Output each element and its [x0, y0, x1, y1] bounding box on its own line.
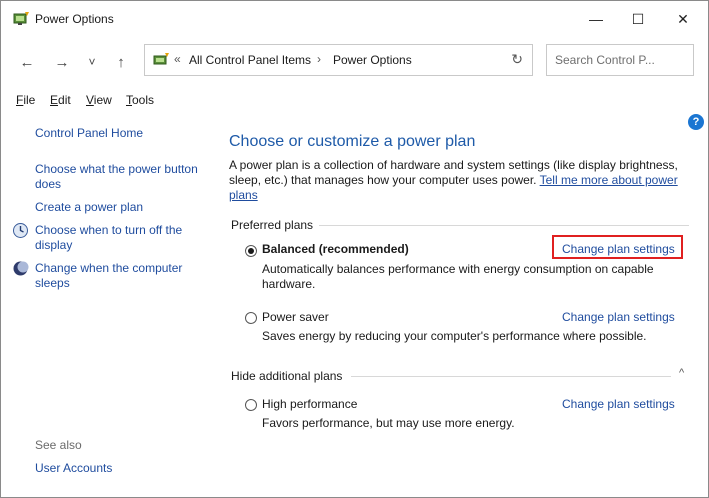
search-box[interactable]: Search Control P... [546, 44, 694, 76]
balanced-plan-description: Automatically balances performance with … [262, 262, 654, 291]
preferred-plans-label: Preferred plans [231, 218, 314, 232]
maximize-icon: ☐ [631, 10, 645, 27]
breadcrumb-separator-icon[interactable]: › [317, 52, 321, 66]
preferred-plans-divider [319, 225, 689, 226]
power-saver-plan-description: Saves energy by reducing your computer's… [262, 329, 647, 343]
high-performance-plan-name[interactable]: High performance [262, 397, 357, 411]
high-performance-plan-description: Favors performance, but may use more ene… [262, 416, 515, 430]
computer-sleep-link[interactable]: Change when the computer sleeps [35, 261, 195, 291]
menu-tools[interactable]: Tools [126, 93, 154, 107]
close-button[interactable]: ✕ [661, 1, 705, 37]
address-overflow-chevron[interactable]: « [174, 52, 181, 66]
minimize-icon: — [589, 11, 603, 27]
back-button[interactable]: ← [16, 51, 38, 73]
menu-bar: File Edit View Tools [1, 89, 708, 111]
balanced-radio[interactable] [245, 245, 257, 257]
hide-additional-plans-label[interactable]: Hide additional plans [231, 369, 342, 383]
create-power-plan-link[interactable]: Create a power plan [35, 200, 143, 215]
task-pane: Control Panel Home Choose what the power… [1, 111, 216, 497]
high-performance-change-plan-link[interactable]: Change plan settings [562, 397, 675, 411]
moon-sleep-icon [13, 261, 29, 276]
refresh-icon[interactable]: ↻ [511, 51, 523, 68]
power-saver-radio[interactable] [245, 312, 257, 324]
see-also-label: See also [35, 438, 82, 452]
page-title: Choose or customize a power plan [229, 133, 476, 150]
breadcrumb-all-control-panel-items[interactable]: All Control Panel Items [189, 53, 311, 67]
address-bar[interactable]: « All Control Panel Items › Power Option… [144, 44, 533, 76]
intro-paragraph: A power plan is a collection of hardware… [229, 158, 684, 203]
power-saver-plan-name[interactable]: Power saver [262, 310, 329, 324]
forward-button[interactable]: → [51, 51, 73, 73]
back-arrow-icon: ← [19, 53, 35, 71]
power-options-address-icon [153, 53, 169, 65]
high-performance-radio[interactable] [245, 399, 257, 411]
collapse-chevron-icon[interactable]: ^ [679, 367, 684, 379]
display-clock-icon [13, 223, 28, 238]
up-button[interactable]: ↑ [110, 51, 132, 73]
power-saver-change-plan-link[interactable]: Change plan settings [562, 310, 675, 324]
menu-view[interactable]: View [86, 93, 112, 107]
power-options-window: Power Options — ☐ ✕ ← → ˅ ↑ « All Contro… [0, 0, 709, 498]
maximize-button[interactable]: ☐ [616, 1, 660, 37]
up-arrow-icon: ↑ [117, 53, 125, 71]
highlight-box [552, 235, 683, 259]
recent-locations-button[interactable]: ˅ [81, 51, 103, 73]
navigation-bar: ← → ˅ ↑ « All Control Panel Items › Powe… [1, 37, 708, 87]
title-bar[interactable]: Power Options — ☐ ✕ [1, 1, 708, 37]
control-panel-home-link[interactable]: Control Panel Home [35, 126, 143, 141]
chevron-down-icon: ˅ [88, 55, 96, 69]
balanced-plan-name[interactable]: Balanced (recommended) [262, 242, 409, 256]
power-button-settings-link[interactable]: Choose what the power button does [35, 162, 210, 192]
user-accounts-link[interactable]: User Accounts [35, 461, 112, 476]
help-icon[interactable]: ? [688, 114, 704, 130]
menu-file[interactable]: File [16, 93, 35, 107]
minimize-button[interactable]: — [574, 1, 618, 37]
additional-plans-divider [351, 376, 671, 377]
forward-arrow-icon: → [54, 53, 70, 71]
power-options-app-icon [13, 12, 29, 25]
turn-off-display-link[interactable]: Choose when to turn off the display [35, 223, 195, 253]
window-title: Power Options [35, 12, 114, 26]
menu-edit[interactable]: Edit [50, 93, 71, 107]
close-icon: ✕ [677, 10, 689, 27]
breadcrumb-power-options[interactable]: Power Options [333, 53, 412, 67]
search-placeholder: Search Control P... [555, 53, 655, 67]
